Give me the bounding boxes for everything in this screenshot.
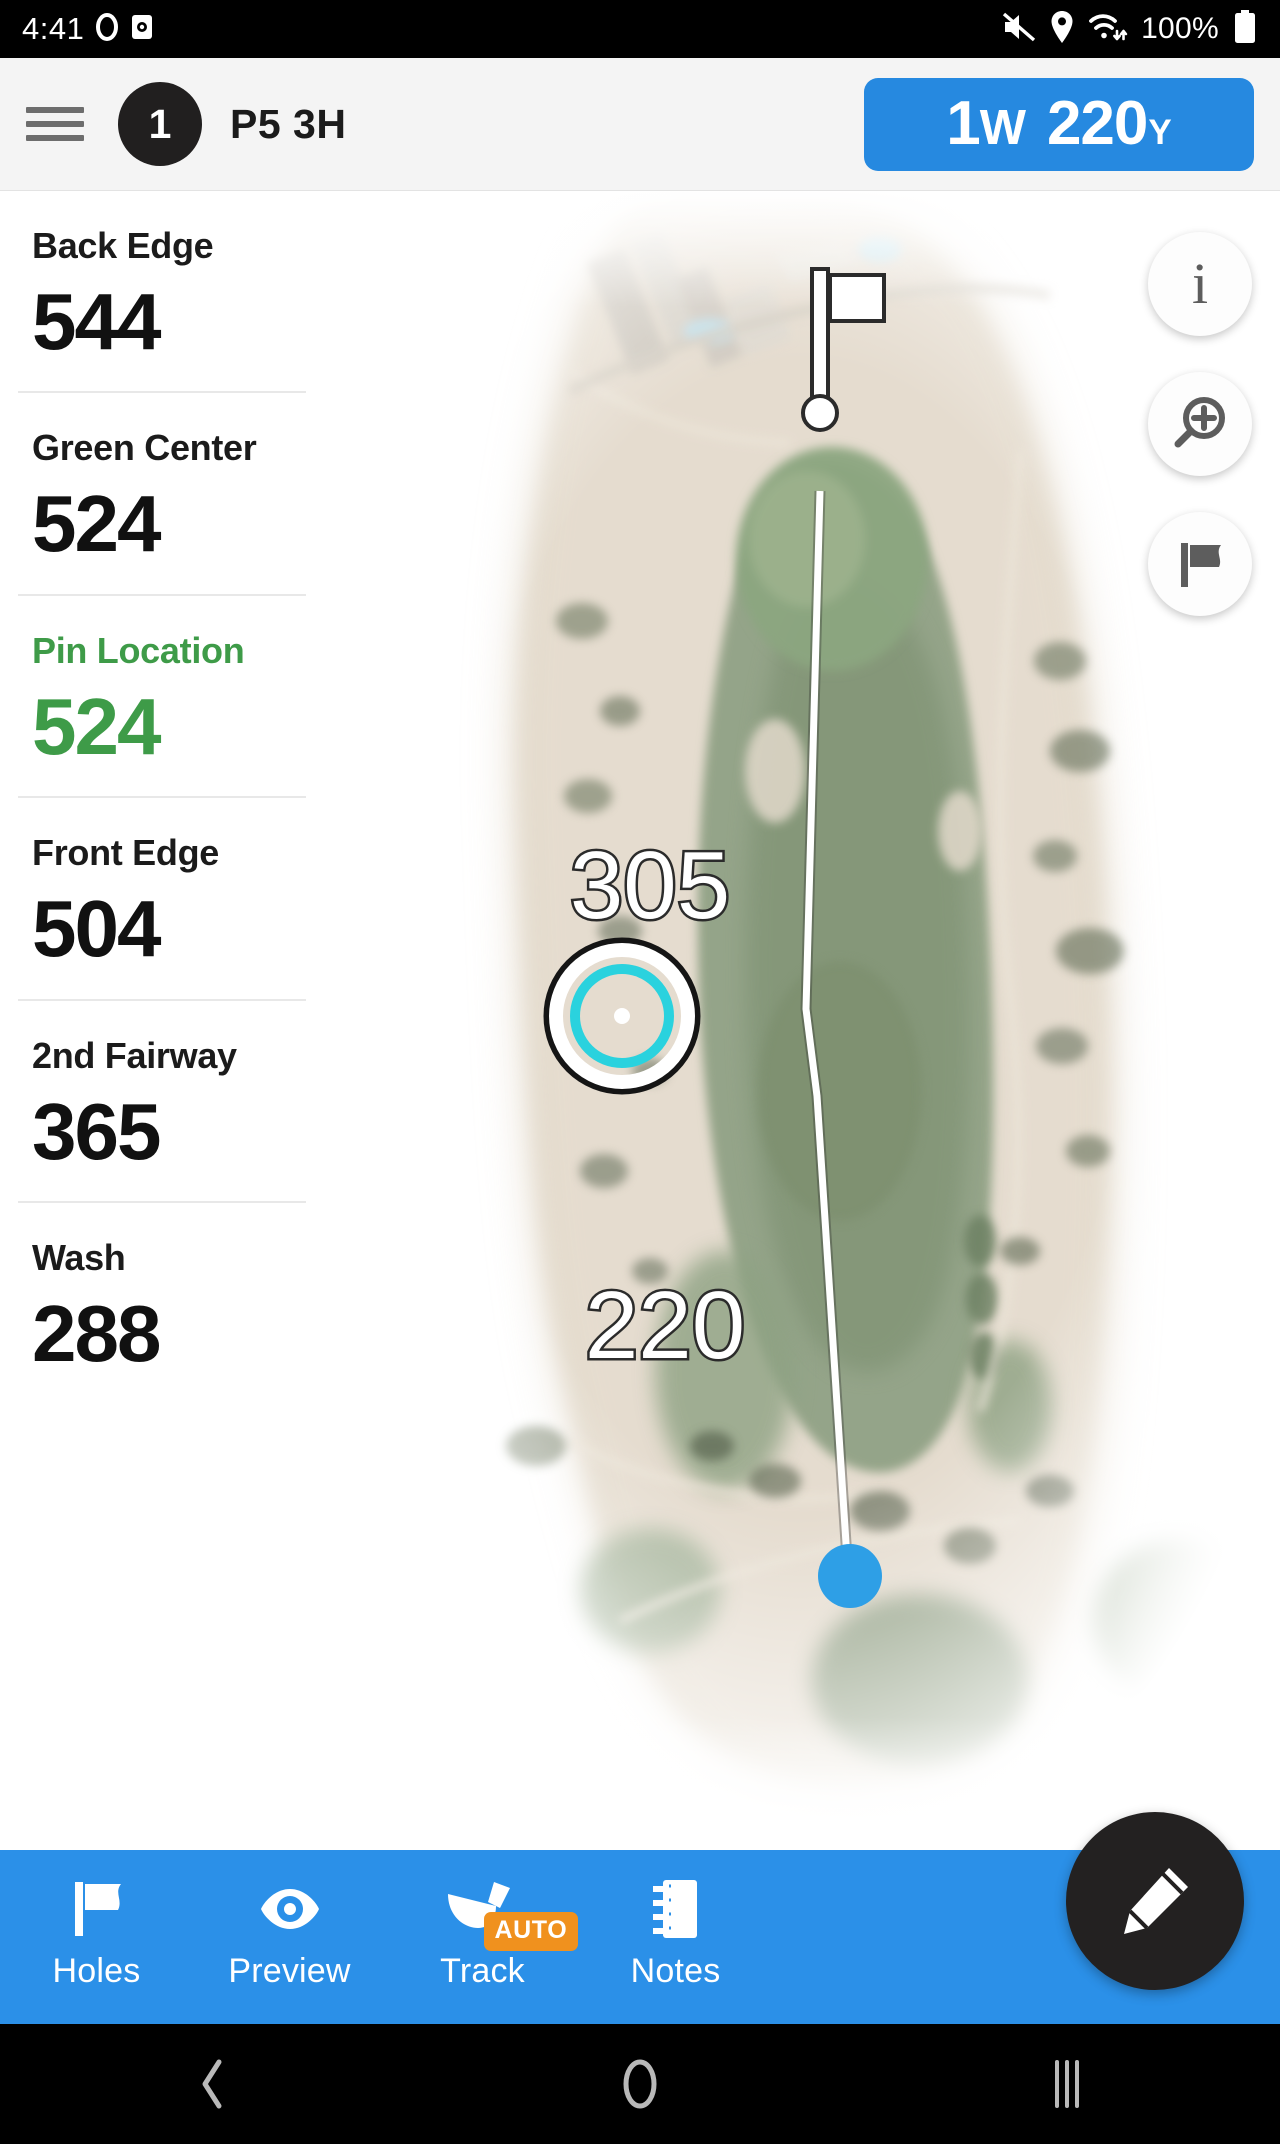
- edit-button[interactable]: [1066, 1812, 1244, 1990]
- distance-label: Back Edge: [32, 225, 214, 266]
- distance-label: Front Edge: [32, 832, 219, 874]
- location-pin-icon: [1049, 10, 1075, 49]
- distance-label-to-target: 220: [582, 1276, 747, 1381]
- battery-icon: [1232, 9, 1258, 49]
- selected-club-badge[interactable]: 1W 220 Y: [864, 77, 1254, 171]
- map-action-buttons: i: [1148, 232, 1256, 652]
- back-button[interactable]: [153, 2024, 273, 2144]
- distance-label: Green Center: [32, 427, 257, 469]
- wifi-icon: [1088, 11, 1128, 48]
- distance-label: Wash: [32, 1236, 126, 1278]
- notebook-icon: [649, 1876, 703, 1942]
- hole-description: P5 3H: [230, 100, 347, 147]
- record-circle-icon: [94, 12, 120, 47]
- flag-icon: [1181, 543, 1221, 587]
- app-header: 1 P5 3H 1W 220 Y: [0, 58, 1280, 191]
- distance-value: 365: [32, 1086, 161, 1176]
- club-distance: 220: [1046, 88, 1148, 158]
- camera-icon: [130, 12, 154, 47]
- tab-label: Preview: [228, 1952, 351, 1990]
- distance-label: 2nd Fairway: [32, 1034, 237, 1076]
- tab-notes[interactable]: Notes: [579, 1850, 772, 1991]
- hole-map[interactable]: 305 220: [320, 191, 1280, 1850]
- distance-value: 544: [32, 277, 161, 366]
- status-bar-right: 100%: [1002, 9, 1258, 49]
- golf-club-icon: AUTO: [444, 1876, 579, 1951]
- tab-track[interactable]: AUTO Track: [386, 1850, 579, 1991]
- tab-label: Track: [440, 1952, 525, 1990]
- club-distance-unit: Y: [1148, 112, 1172, 152]
- pin-place-button[interactable]: [1148, 512, 1252, 616]
- flag-icon: [67, 1876, 127, 1942]
- tab-label: Notes: [630, 1952, 721, 1990]
- circle-icon: [623, 2059, 657, 2109]
- tab-label: Holes: [52, 1952, 141, 1990]
- hole-number-badge[interactable]: 1: [118, 82, 202, 166]
- tab-preview[interactable]: Preview: [193, 1850, 386, 1991]
- club-name: 1W: [946, 88, 1026, 158]
- distance-label-to-target-text: 220: [585, 1276, 745, 1379]
- mute-icon: [1002, 11, 1036, 48]
- pencil-icon: [1124, 1868, 1188, 1934]
- distance-row-back-edge[interactable]: Back Edge 544: [0, 191, 320, 394]
- android-nav-bar: [0, 2024, 1280, 2144]
- status-clock: 4:41: [22, 11, 85, 46]
- eye-icon: [259, 1876, 321, 1942]
- distance-row-green-center[interactable]: Green Center 524: [0, 393, 320, 596]
- target-crosshair-icon[interactable]: [542, 936, 702, 1096]
- distance-value: 524: [32, 681, 161, 771]
- zoom-in-icon: [1174, 397, 1225, 448]
- distance-row-front-edge[interactable]: Front Edge 504: [0, 798, 320, 1001]
- distance-row-wash[interactable]: Wash 288: [0, 1203, 320, 1381]
- player-position-dot-icon[interactable]: [815, 1541, 885, 1611]
- status-bar-left: 4:41: [22, 11, 154, 47]
- android-status-bar: 4:41 100%: [0, 0, 1280, 58]
- distance-row-pin-location[interactable]: Pin Location 524: [0, 596, 320, 799]
- distance-label: Pin Location: [32, 629, 245, 671]
- info-icon: i: [1191, 251, 1209, 316]
- info-button[interactable]: i: [1148, 232, 1252, 336]
- distance-value: 288: [32, 1288, 161, 1378]
- hamburger-menu-icon[interactable]: [26, 101, 84, 147]
- distance-label-to-pin-text: 305: [570, 836, 730, 939]
- chevron-left-icon: [202, 2059, 222, 2109]
- distance-sidebar[interactable]: Back Edge 544 Green Center 524 Pin Locat…: [0, 191, 320, 1850]
- tab-holes[interactable]: Holes: [0, 1850, 193, 1991]
- zoom-in-button[interactable]: [1148, 372, 1252, 476]
- distance-value: 504: [32, 884, 161, 974]
- distance-label-to-pin: 305: [567, 836, 732, 941]
- track-auto-badge: AUTO: [483, 1912, 579, 1951]
- distance-row-2nd-fairway[interactable]: 2nd Fairway 365: [0, 1001, 320, 1203]
- distance-value: 524: [32, 479, 161, 569]
- recents-button[interactable]: [1007, 2024, 1127, 2144]
- golf-flag-icon: [801, 267, 886, 432]
- vertical-bars-icon: [1054, 2060, 1079, 2108]
- home-button[interactable]: [580, 2024, 700, 2144]
- battery-percentage: 100%: [1141, 12, 1219, 45]
